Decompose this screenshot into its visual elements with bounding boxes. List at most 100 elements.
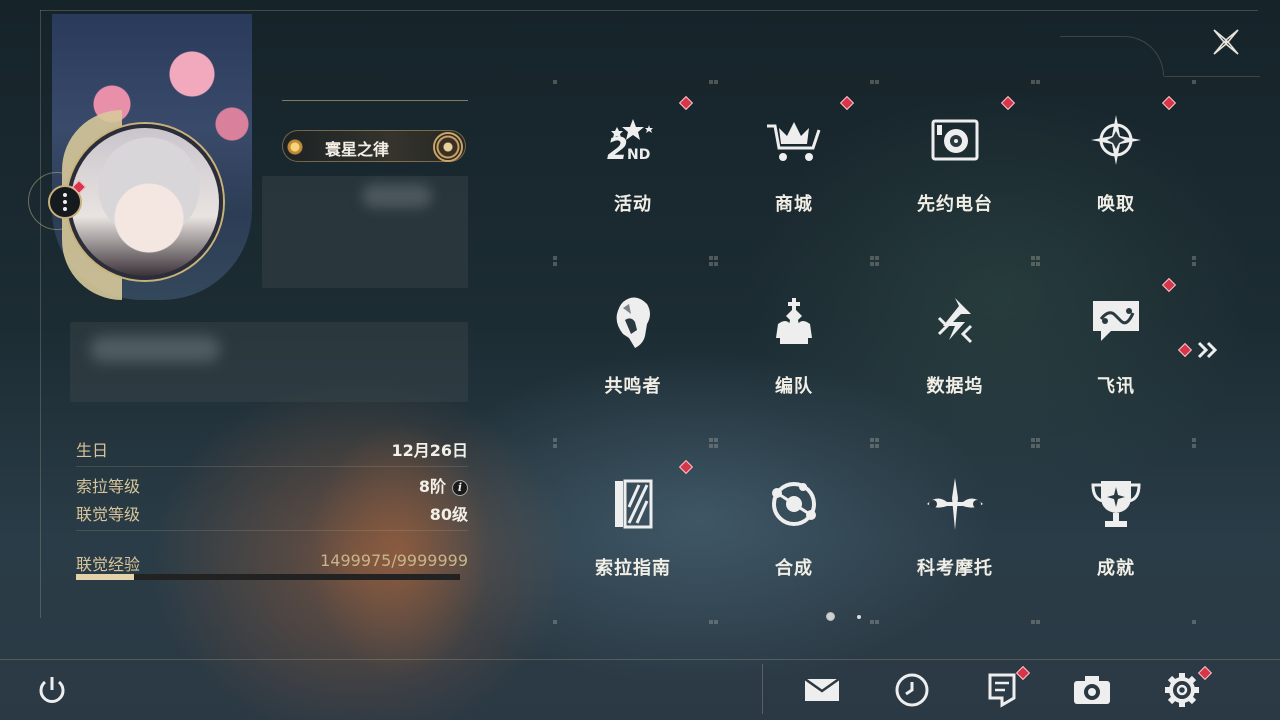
notification-badge bbox=[839, 95, 855, 111]
cell-corner-mark bbox=[1031, 620, 1035, 624]
double-chevron-right-icon bbox=[1197, 341, 1218, 359]
cell-corner-mark bbox=[1031, 80, 1035, 84]
history-button[interactable] bbox=[892, 670, 932, 710]
cell-corner-mark bbox=[1036, 620, 1040, 624]
menu-item-8[interactable]: 飞讯 bbox=[1036, 262, 1196, 442]
cell-corner-mark bbox=[1031, 262, 1035, 266]
menu-item-2[interactable]: 商城 bbox=[714, 80, 874, 260]
notification-badge bbox=[1000, 95, 1016, 111]
divider bbox=[0, 659, 1280, 660]
cell-corner-mark bbox=[709, 256, 713, 260]
motorbike-icon bbox=[923, 472, 987, 536]
mail-button[interactable] bbox=[802, 670, 842, 710]
cell-corner-mark bbox=[1192, 80, 1196, 84]
avatar[interactable] bbox=[67, 124, 223, 280]
stat-value: 8阶 bbox=[418, 477, 446, 496]
cell-corner-mark bbox=[709, 444, 713, 448]
stat-label: 索拉等级 bbox=[76, 477, 141, 496]
cell-corner-mark bbox=[553, 444, 557, 448]
menu-item-6[interactable]: 编队 bbox=[714, 262, 874, 442]
power-button[interactable] bbox=[32, 670, 72, 710]
cell-corner-mark bbox=[1192, 620, 1196, 624]
settings-button[interactable] bbox=[1162, 665, 1213, 710]
menu-item-10[interactable]: 合成 bbox=[714, 444, 874, 624]
info-icon[interactable]: i bbox=[452, 480, 468, 496]
camera-icon bbox=[1074, 676, 1110, 704]
menu-item-7[interactable]: 数据坞 bbox=[875, 262, 1035, 442]
menu-item-3[interactable]: 先约电台 bbox=[875, 80, 1035, 260]
stat-value: 1499975/9999999 bbox=[320, 551, 468, 570]
page-dot[interactable] bbox=[857, 614, 861, 619]
cell-corner-mark bbox=[553, 262, 557, 266]
menu-item-label: 数据坞 bbox=[926, 376, 984, 397]
menu-item-4[interactable]: 唤取 bbox=[1036, 80, 1196, 260]
cell-corner-mark bbox=[1036, 444, 1040, 448]
cell-corner-mark bbox=[1036, 262, 1040, 266]
shop-crown-cart-icon bbox=[762, 108, 826, 172]
menu-item-12[interactable]: 成就 bbox=[1036, 444, 1196, 624]
close-button[interactable] bbox=[1206, 22, 1246, 62]
player-title-text: 寰星之律 bbox=[325, 140, 390, 159]
frame-line bbox=[40, 10, 41, 618]
cell-corner-mark bbox=[709, 262, 713, 266]
guidebook-icon bbox=[601, 472, 665, 536]
announcement-button[interactable] bbox=[982, 665, 1031, 710]
cell-corner-mark bbox=[1192, 444, 1196, 448]
stat-value-wrap: 8阶 i bbox=[419, 473, 468, 497]
menu-item-label: 编队 bbox=[775, 376, 813, 397]
cell-corner-mark bbox=[870, 620, 874, 624]
notification-badge bbox=[1177, 342, 1193, 358]
menu-item-9[interactable]: 索拉指南 bbox=[553, 444, 713, 624]
cell-corner-mark bbox=[553, 256, 557, 260]
cell-corner-mark bbox=[875, 256, 879, 260]
event-2nd-anniversary-icon: 2 ND bbox=[601, 108, 665, 172]
cell-corner-mark bbox=[875, 262, 879, 266]
menu-item-5[interactable]: 共鸣者 bbox=[553, 262, 713, 442]
menu-grid: 2 ND 活动 商城 先约电台 唤取共鸣者 编队 数据坞 飞讯索拉指南 合成 科考摩托 成就 bbox=[553, 80, 1198, 632]
photo-button[interactable] bbox=[1072, 670, 1112, 710]
frame-line bbox=[40, 10, 1258, 11]
cell-corner-mark bbox=[1031, 438, 1035, 442]
achievement-trophy-icon bbox=[1084, 472, 1148, 536]
cell-corner-mark bbox=[870, 80, 874, 84]
next-page-button[interactable] bbox=[1177, 336, 1224, 364]
cell-corner-mark bbox=[714, 438, 718, 442]
player-title-badge[interactable]: 寰星之律 bbox=[282, 130, 466, 162]
cell-corner-mark bbox=[709, 80, 713, 84]
menu-item-11[interactable]: 科考摩托 bbox=[875, 444, 1035, 624]
resonator-portrait-icon bbox=[601, 290, 665, 354]
menu-item-label: 商城 bbox=[775, 194, 813, 215]
mail-icon bbox=[804, 677, 840, 701]
stat-sol-rank: 索拉等级 8阶 i bbox=[76, 473, 468, 497]
page-dot-active[interactable] bbox=[826, 612, 835, 621]
close-icon bbox=[1213, 29, 1239, 55]
divider bbox=[282, 100, 468, 101]
stat-union-level: 联觉等级 80级 bbox=[76, 501, 468, 525]
cell-corner-mark bbox=[870, 438, 874, 442]
power-icon bbox=[39, 677, 65, 703]
notification-badge bbox=[1161, 277, 1177, 293]
svg-text:2: 2 bbox=[607, 132, 628, 165]
cell-corner-mark bbox=[1036, 438, 1040, 442]
exp-progress-bar bbox=[76, 574, 460, 580]
page-indicator bbox=[826, 612, 861, 621]
cell-corner-mark bbox=[1192, 438, 1196, 442]
cell-corner-mark bbox=[875, 438, 879, 442]
cell-corner-mark bbox=[714, 80, 718, 84]
menu-item-label: 科考摩托 bbox=[917, 558, 993, 579]
menu-item-label: 飞讯 bbox=[1097, 376, 1135, 397]
notification-badge bbox=[1161, 95, 1177, 111]
cell-corner-mark bbox=[1031, 444, 1035, 448]
team-chess-icon bbox=[762, 290, 826, 354]
radio-turntable-icon bbox=[923, 108, 987, 172]
menu-item-label: 先约电台 bbox=[917, 194, 993, 215]
stat-value: 12月26日 bbox=[391, 441, 468, 460]
stat-union-exp: 联觉经验 1499975/9999999 bbox=[76, 551, 468, 575]
gear-icon bbox=[1165, 673, 1199, 707]
stat-label: 联觉等级 bbox=[76, 505, 141, 524]
cell-corner-mark bbox=[714, 256, 718, 260]
menu-item-label: 合成 bbox=[775, 558, 813, 579]
data-bank-icon bbox=[923, 290, 987, 354]
clock-icon bbox=[895, 673, 929, 707]
menu-item-1[interactable]: 2 ND 活动 bbox=[553, 80, 713, 260]
